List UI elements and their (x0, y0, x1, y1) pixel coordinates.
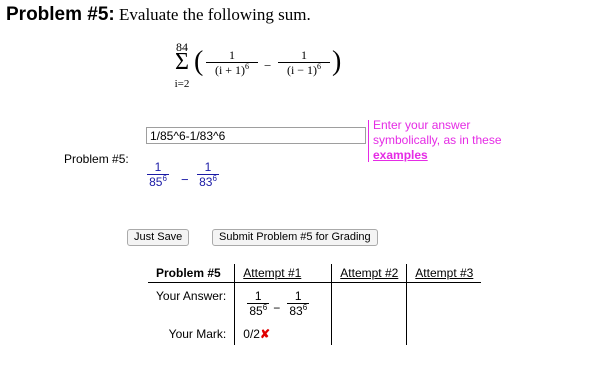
your-answer-value: 1 856 − 1 836 (234, 282, 333, 323)
submit-grading-button[interactable]: Submit Problem #5 for Grading (212, 229, 378, 246)
left-paren: ( (194, 46, 204, 77)
sum-minus: − (264, 58, 272, 73)
hint-line-2: symbolically, as in these (373, 133, 502, 147)
summation-expression: 84 Σ i=2 ( 1 (i + 1)6 − 1 (i − 1)6 ) (170, 40, 360, 100)
results-table: Problem #5 Attempt #1 Attempt #2 Attempt… (148, 264, 482, 345)
right-paren: ) (332, 46, 342, 77)
problem-number: Problem #5: (6, 4, 115, 25)
term1-numerator: 1 (229, 48, 235, 62)
sum-lower-limit: i=2 (174, 78, 190, 90)
problem-title: Problem #5: Evaluate the following sum. (6, 4, 311, 26)
attempt-2-mark (331, 323, 408, 345)
attempt-3-mark (407, 323, 482, 345)
problem-instruction: Evaluate the following sum. (114, 5, 311, 24)
sigma-symbol: Σ (175, 49, 189, 75)
examples-link[interactable]: examples (373, 148, 573, 163)
preview-fraction-1: 1 856 (147, 160, 169, 189)
preview-minus: − (181, 172, 189, 187)
hint-bar (368, 120, 369, 162)
answer-preview: 1 856 − 1 836 (147, 160, 247, 200)
answer-fraction-2: 1 836 (287, 289, 310, 318)
hint-line-1: Enter your answer (373, 118, 471, 132)
incorrect-x-icon: ✘ (259, 327, 271, 341)
results-header: Problem #5 (148, 264, 236, 283)
term1-fraction: 1 (i + 1)6 (206, 48, 258, 77)
just-save-button[interactable]: Just Save (127, 229, 190, 246)
attempt-3-answer (407, 283, 482, 324)
term1-denominator: (i + 1)6 (214, 62, 250, 77)
answer-input[interactable] (146, 127, 366, 144)
attempt-1-link[interactable]: Attempt #1 (234, 264, 333, 283)
term2-numerator: 1 (301, 48, 307, 62)
answer-fraction-1: 1 856 (247, 289, 270, 318)
attempt-3-link[interactable]: Attempt #3 (406, 264, 482, 283)
your-mark-label: Your Mark: (148, 323, 236, 345)
your-answer-label: Your Answer: (148, 282, 236, 323)
your-mark-value: 0/2✘ (234, 323, 333, 345)
attempt-2-link[interactable]: Attempt #2 (331, 264, 408, 283)
answer-minus: − (273, 301, 281, 315)
answer-label: Problem #5: (64, 152, 129, 166)
term2-fraction: 1 (i − 1)6 (278, 48, 330, 77)
attempt-2-answer (331, 282, 408, 323)
term2-denominator: (i − 1)6 (286, 62, 322, 77)
preview-fraction-2: 1 836 (197, 160, 219, 189)
answer-hint: Enter your answer symbolically, as in th… (368, 118, 573, 163)
